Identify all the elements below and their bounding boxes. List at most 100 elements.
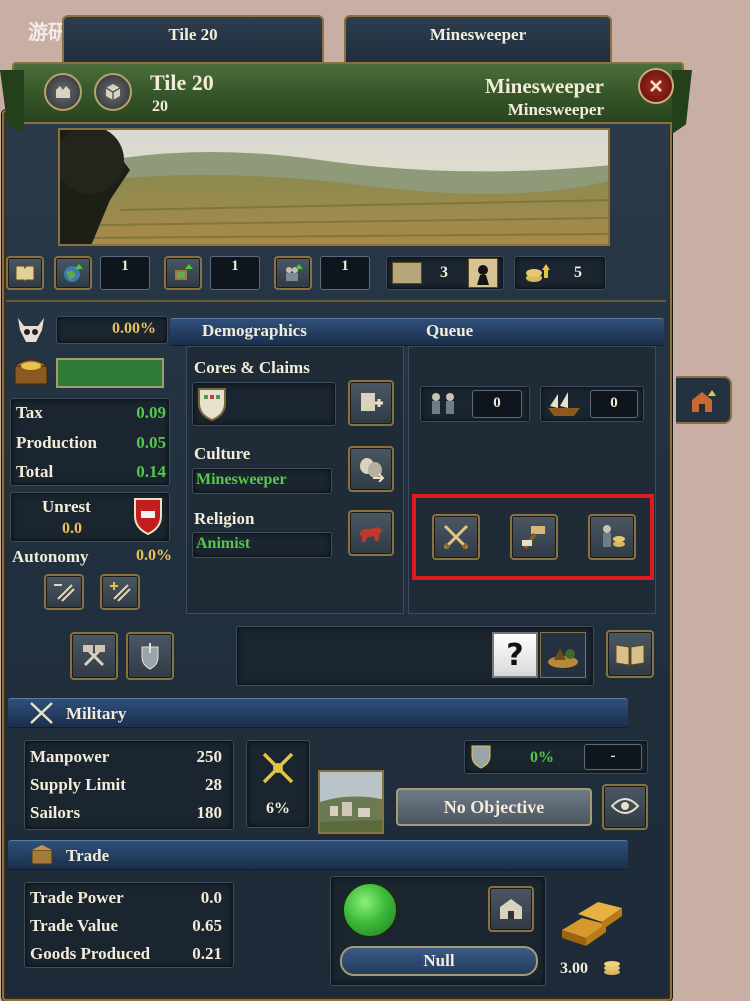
unrest-label: Unrest (42, 497, 91, 516)
ships-icon (544, 390, 584, 418)
build-building-button[interactable] (510, 514, 558, 560)
production-value: 0.05 (136, 433, 166, 452)
tab-province[interactable]: Tile 20 (62, 15, 324, 65)
autonomy-value: 0.0% (136, 547, 172, 564)
tax-dev-button[interactable] (54, 256, 92, 290)
shield-sword-icon (141, 643, 159, 670)
culture-label: Culture (194, 444, 251, 463)
masks-icon (360, 458, 385, 482)
add-core-button[interactable] (348, 380, 394, 426)
build-fort-button[interactable] (70, 632, 118, 680)
siege-shield-icon (470, 744, 492, 770)
close-button[interactable] (638, 68, 674, 104)
book-icon (15, 265, 35, 283)
objective-button-label: No Objective (443, 796, 545, 817)
trade-status-indicator (342, 882, 398, 938)
tab-owner[interactable]: Minesweeper (344, 15, 612, 65)
treasure-chest-icon (12, 352, 50, 388)
trade-power-label: Trade Power (30, 888, 124, 907)
manpower-value: 250 (196, 747, 223, 766)
core-shield-icon[interactable] (196, 386, 228, 422)
side-tab[interactable] (676, 376, 732, 424)
fort-percent: 6% (266, 800, 290, 817)
eye-icon (610, 798, 640, 814)
total-value: 0.14 (136, 462, 166, 481)
total-dev-value: 5 (574, 264, 582, 281)
banner-button-2[interactable] (94, 73, 132, 111)
terrain-icon[interactable] (540, 632, 586, 678)
coin-icon (602, 958, 622, 978)
religion-button[interactable] (348, 510, 394, 556)
religion-value: Animist (196, 535, 251, 552)
naval-units-value: 0 (610, 395, 618, 411)
banner-fold-right (672, 70, 692, 134)
soldier-coins-icon (603, 525, 625, 547)
pawn-icon[interactable] (468, 258, 498, 288)
recruit-mercenary-button[interactable] (588, 514, 636, 560)
close-icon (650, 80, 662, 92)
ledger-button[interactable] (6, 256, 44, 290)
merchant-button[interactable] (488, 886, 534, 932)
trade-node-label: Null (423, 951, 455, 970)
tab-queue[interactable]: Queue (426, 321, 473, 341)
trade-node-button[interactable]: Null (340, 946, 538, 976)
unrest-shield-icon[interactable] (132, 496, 164, 536)
scroll-plus-icon (361, 393, 383, 411)
cores-label: Cores & Claims (194, 358, 310, 377)
gold-bars-icon (556, 890, 632, 950)
change-culture-button[interactable] (348, 446, 394, 492)
hammer-icon (522, 526, 545, 550)
trade-goods-level-value: 3 (440, 264, 448, 281)
tax-value: 0.09 (136, 403, 166, 422)
devastation-icon (12, 312, 50, 348)
decrease-autonomy-button[interactable] (44, 574, 84, 610)
total-label: Total (16, 462, 54, 481)
province-book-button[interactable] (606, 630, 654, 678)
hammers-icon (83, 645, 105, 667)
supply-limit-value: 28 (205, 775, 222, 794)
production-label: Production (16, 433, 97, 452)
merchant-house-icon (500, 899, 522, 919)
objective-button[interactable]: No Objective (396, 788, 592, 826)
land-units-value: 0 (493, 395, 501, 411)
goods-produced-value: 0.21 (192, 944, 222, 963)
goods-price: 3.00 (560, 960, 588, 977)
military-title: Military (66, 704, 127, 723)
production-up-icon (175, 264, 193, 280)
manpower-label: Manpower (30, 747, 110, 766)
trade-title: Trade (66, 846, 110, 865)
tab-demographics[interactable]: Demographics (202, 321, 307, 341)
unrest-value: 0.0 (62, 520, 82, 537)
increase-autonomy-button[interactable] (100, 574, 140, 610)
banner-button-1[interactable] (44, 73, 82, 111)
crossed-swords-icon (443, 524, 469, 550)
map-icon (392, 262, 422, 284)
manpower-dev-value: 1 (341, 258, 349, 274)
trade-value-value: 0.65 (192, 916, 222, 935)
autonomy-label: Autonomy (12, 547, 89, 566)
culture-value: Minesweeper (196, 471, 287, 488)
siege-extra: - (610, 748, 616, 764)
sailors-label: Sailors (30, 803, 81, 822)
city-image (318, 770, 384, 834)
province-title: Tile 20 (150, 70, 214, 95)
prod-dev-button[interactable] (164, 256, 202, 290)
fort-swords-icon (258, 748, 298, 788)
tax-label: Tax (16, 403, 43, 422)
sailors-value: 180 (196, 803, 223, 822)
supply-limit-label: Supply Limit (30, 775, 126, 794)
prod-dev-value: 1 (231, 258, 239, 274)
help-button[interactable]: ? (492, 632, 538, 678)
soldiers-icon (426, 390, 462, 418)
trade-crate-icon (28, 842, 56, 868)
minus-quill-icon (54, 584, 75, 602)
defense-button[interactable] (126, 632, 174, 680)
religion-label: Religion (194, 509, 255, 528)
province-landscape-image (58, 128, 610, 246)
objective-view-button[interactable] (602, 784, 648, 830)
building-up-icon (692, 390, 716, 412)
manpower-dev-button[interactable] (274, 256, 312, 290)
recruit-army-button[interactable] (432, 514, 480, 560)
globe-up-icon (64, 264, 83, 282)
military-swords-icon (28, 700, 56, 726)
